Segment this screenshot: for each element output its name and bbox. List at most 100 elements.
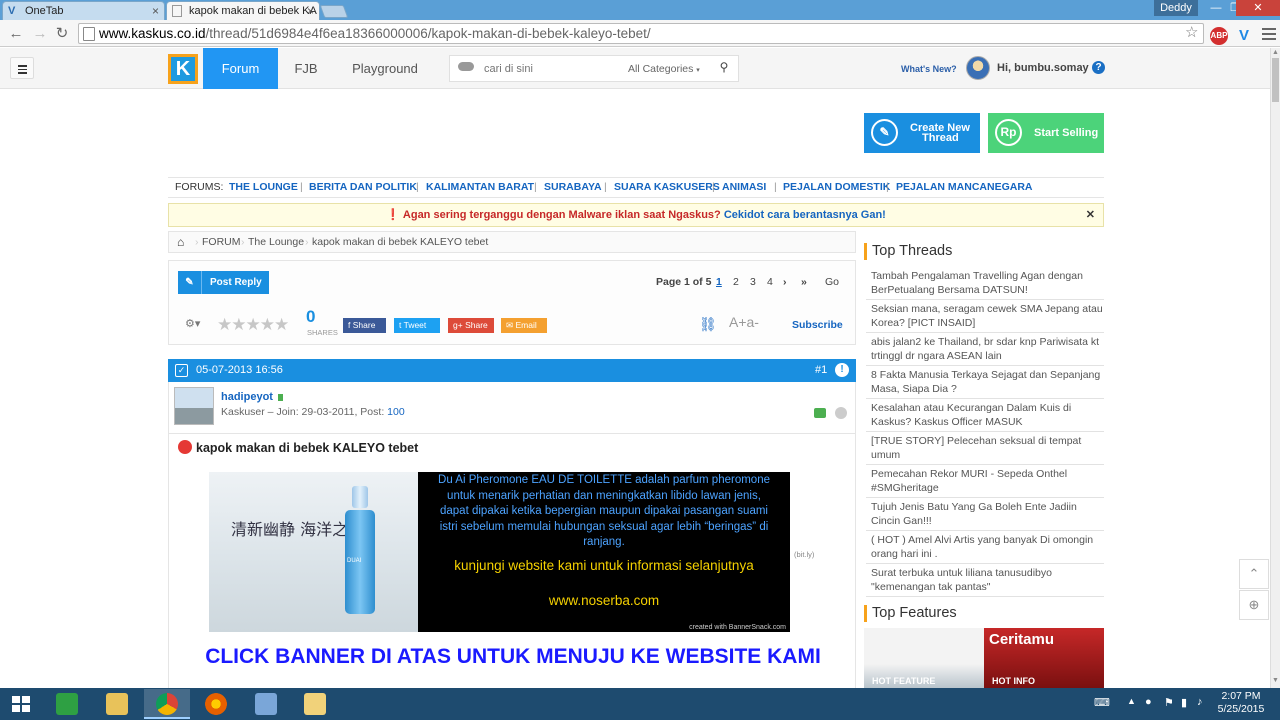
chrome-app-icon[interactable] — [144, 689, 190, 719]
thread-item[interactable]: Tujuh Jenis Batu Yang Ga Boleh Ente Jadi… — [866, 498, 1104, 531]
thread-item[interactable]: Seksian mana, seragam cewek SMA Jepang a… — [866, 300, 1104, 333]
cloud-icon[interactable] — [458, 62, 474, 71]
last-page-icon[interactable]: » — [801, 276, 807, 288]
forum-link[interactable]: PEJALAN DOMESTIK — [783, 178, 890, 197]
twitter-share-button[interactable]: t Tweet — [394, 318, 440, 333]
author-name[interactable]: hadipeyot — [221, 391, 273, 403]
page-link-1[interactable]: 1 — [716, 276, 722, 288]
breadcrumb-forum[interactable]: FORUM — [202, 232, 241, 252]
post-number[interactable]: #1 — [815, 359, 827, 382]
action-center-icon[interactable]: ⚑ — [1164, 696, 1174, 709]
firefox-app-icon[interactable] — [193, 689, 239, 719]
settings-icon[interactable]: ⊕ — [1239, 590, 1269, 620]
alert-link[interactable]: Cekidot cara berantasnya Gan! — [724, 209, 886, 221]
link-icon[interactable]: ⛓ — [699, 316, 717, 333]
forum-link[interactable]: KALIMANTAN BARAT — [426, 178, 534, 197]
forum-link[interactable]: SUARA KASKUSERS — [614, 178, 720, 197]
search-icon[interactable]: ⚲ — [714, 60, 734, 78]
back-arrow-icon[interactable]: ← — [6, 24, 26, 44]
nav-forum[interactable]: Forum — [203, 48, 278, 89]
close-icon[interactable]: × — [307, 4, 314, 18]
thread-item[interactable]: abis jalan2 ke Thailand, br sdar knp Par… — [866, 333, 1104, 366]
scroll-down-icon[interactable]: ▼ — [1271, 677, 1280, 684]
subscribe-link[interactable]: Subscribe — [792, 319, 843, 331]
forum-link[interactable]: THE LOUNGE — [229, 178, 298, 197]
user-greeting[interactable]: Hi, bumbu.somay — [997, 62, 1089, 74]
page-link-4[interactable]: 4 — [767, 276, 773, 288]
forum-link[interactable]: ANIMASI — [722, 178, 766, 197]
reload-icon[interactable]: ↻ — [52, 24, 72, 44]
page-link-3[interactable]: 3 — [750, 276, 756, 288]
email-share-button[interactable]: ✉ Email — [501, 318, 547, 333]
network-app-icon[interactable] — [243, 689, 289, 719]
thread-item[interactable]: ( HOT ) Amel Alvi Artis yang banyak Di o… — [866, 531, 1104, 564]
scroll-up-icon[interactable]: ▲ — [1271, 49, 1280, 56]
author-avatar[interactable] — [174, 387, 214, 425]
thread-item[interactable]: Pemecahan Rekor MURI - Sepeda Onthel #SM… — [866, 465, 1104, 498]
volume-icon[interactable]: ♪ — [1197, 696, 1203, 708]
close-icon[interactable]: × — [152, 4, 159, 18]
thread-item[interactable]: [TRUE STORY] Pelecehan seksual di tempat… — [866, 432, 1104, 465]
scrollbar-thumb[interactable] — [1272, 58, 1279, 102]
network-icon[interactable]: ▮ — [1181, 696, 1187, 709]
avatar[interactable] — [966, 56, 990, 80]
more-icon[interactable] — [835, 407, 847, 419]
start-selling-button[interactable]: Rp Start Selling — [988, 113, 1104, 153]
keyboard-icon[interactable]: ⌨ — [1094, 696, 1110, 709]
nav-playground[interactable]: Playground — [345, 48, 425, 89]
thread-item[interactable]: Surat terbuka untuk liliana tanusudibyo … — [866, 564, 1104, 597]
tab-onetab[interactable]: V OneTab × — [2, 1, 165, 20]
author-post-count[interactable]: 100 — [387, 406, 405, 418]
go-button[interactable]: Go — [825, 276, 839, 288]
url-input[interactable]: www.kaskus.co.id/thread/51d6984e4f6ea183… — [78, 23, 1204, 44]
facebook-share-button[interactable]: f Share — [343, 318, 386, 333]
font-size-icon[interactable]: A+a- — [729, 314, 759, 330]
ad-banner[interactable]: 清新幽静 海洋之风 DUAI Du Ai Pheromone EAU DE TO… — [209, 472, 790, 632]
create-thread-button[interactable]: ✎ Create New Thread — [864, 113, 980, 153]
breadcrumb-lounge[interactable]: The Lounge — [248, 232, 304, 252]
close-icon[interactable]: ✕ — [1086, 204, 1095, 226]
thread-item[interactable]: 8 Fakta Manusia Terkaya Sejagat dan Sepa… — [866, 366, 1104, 399]
feature-card[interactable]: HOT FEATURE — [864, 628, 984, 688]
scrollbar[interactable] — [1270, 48, 1280, 688]
show-hidden-icon[interactable]: ▲ — [1127, 696, 1136, 706]
gear-icon[interactable]: ⚙▾ — [185, 317, 200, 330]
chrome-menu-icon[interactable] — [1262, 25, 1276, 43]
nav-fjb[interactable]: FJB — [285, 48, 327, 89]
forum-link[interactable]: SURABAYA — [544, 178, 602, 197]
forum-link[interactable]: PEJALAN MANCANEGARA — [896, 178, 1033, 197]
category-select[interactable]: All Categories ▾ — [628, 63, 700, 75]
extension-v-icon[interactable]: V — [1235, 27, 1253, 45]
store-app-icon[interactable] — [44, 689, 90, 719]
file-explorer-icon[interactable] — [94, 689, 140, 719]
next-page-icon[interactable]: › — [783, 276, 787, 288]
windows-start-icon[interactable] — [12, 696, 30, 713]
tray-app-icon[interactable]: ● — [1145, 696, 1152, 708]
folder-app-icon[interactable] — [292, 689, 338, 719]
kaskus-logo[interactable]: K — [168, 54, 198, 84]
checkbox-icon[interactable]: ✓ — [175, 364, 188, 377]
post-reply-button[interactable]: ✎ Post Reply — [178, 271, 269, 294]
window-close-button[interactable]: ✕ — [1236, 0, 1280, 16]
page-link-2[interactable]: 2 — [733, 276, 739, 288]
rating-stars[interactable]: ★★★★★ — [217, 315, 289, 335]
scroll-top-icon[interactable]: ⌃ — [1239, 559, 1269, 589]
search-input[interactable] — [484, 60, 624, 78]
hamburger-menu-icon[interactable] — [10, 57, 34, 79]
feature-card[interactable]: Ceritamu HOT INFO — [984, 628, 1104, 688]
taskbar-clock[interactable]: 2:07 PM 5/25/2015 — [1213, 690, 1269, 716]
thread-item[interactable]: Kesalahan atau Kecurangan Dalam Kuis di … — [866, 399, 1104, 432]
adblock-icon[interactable]: ABP — [1210, 27, 1228, 45]
thread-item[interactable]: Tambah Pengalaman Travelling Agan dengan… — [866, 267, 1104, 300]
gplus-share-button[interactable]: g+ Share — [448, 318, 494, 333]
new-tab-button[interactable] — [319, 5, 349, 18]
profile-badge[interactable]: Deddy — [1154, 0, 1198, 16]
help-icon[interactable]: ? — [1092, 61, 1105, 74]
whats-new-link[interactable]: What's New? — [901, 64, 957, 74]
forward-arrow-icon[interactable]: → — [30, 24, 50, 44]
report-icon[interactable]: ! — [835, 363, 849, 377]
forum-link[interactable]: BERITA DAN POLITIK — [309, 178, 417, 197]
bookmark-star-icon[interactable]: ☆ — [1185, 23, 1198, 41]
home-icon[interactable]: ⌂ — [177, 232, 184, 252]
tab-kaskus-thread[interactable]: kapok makan di bebek KA × — [166, 1, 320, 20]
